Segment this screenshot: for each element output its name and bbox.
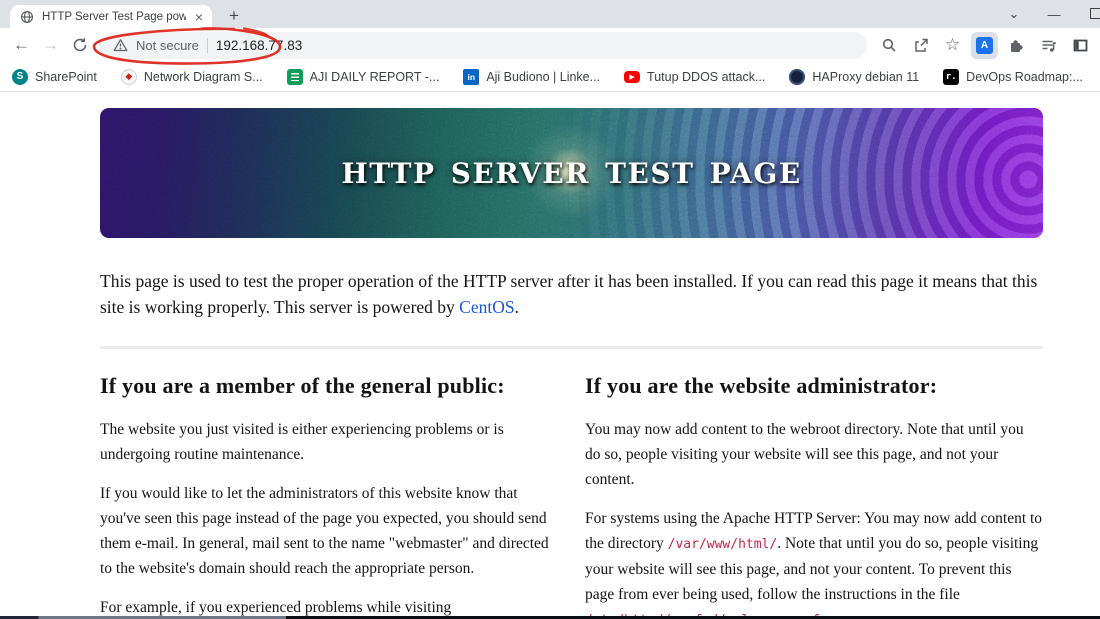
code-snippet: /var/www/html/ (667, 537, 778, 552)
forward-button[interactable]: → (37, 32, 64, 59)
intro-paragraph: This page is used to test the proper ope… (100, 271, 1038, 317)
tab-close-icon[interactable]: × (193, 10, 205, 24)
globe-favicon-icon (19, 9, 35, 25)
extensions-puzzle-icon[interactable] (1003, 32, 1030, 59)
page-title: HTTP SERVER TEST PAGE (341, 156, 802, 190)
paragraph: You may now add content to the webroot d… (585, 421, 1024, 488)
omnibox-divider (206, 37, 208, 53)
tab-strip: HTTP Server Test Page powered × + ⌄ — (0, 0, 1100, 28)
paragraph: If you would like to let the administrat… (100, 485, 549, 577)
reload-button[interactable] (66, 32, 93, 59)
search-icon[interactable] (875, 32, 902, 59)
sharepoint-icon: S (12, 68, 28, 85)
google-sheets-icon (286, 68, 303, 85)
public-column: If you are a member of the general publi… (100, 373, 558, 619)
url-text[interactable]: 192.168.77.83 (216, 38, 302, 53)
bookmarks-bar: S SharePoint ◆ Network Diagram S... AJI … (0, 62, 1100, 92)
media-playlist-icon[interactable] (1035, 32, 1062, 59)
security-label[interactable]: Not secure (136, 38, 199, 53)
translate-extension-icon[interactable]: A (971, 31, 998, 59)
maximize-button[interactable] (1074, 7, 1100, 22)
admin-heading: If you are the website administrator: (585, 373, 938, 398)
network-diagram-icon: ◆ (120, 68, 137, 85)
bookmark-linkedin[interactable]: in Aji Budiono | Linke... (463, 68, 600, 85)
roadmap-icon: r. (943, 68, 960, 85)
bookmark-daily-report[interactable]: AJI DAILY REPORT -... (286, 68, 439, 85)
bookmark-network-diagram[interactable]: ◆ Network Diagram S... (120, 68, 263, 85)
admin-column: If you are the website administrator: Yo… (585, 373, 1043, 619)
linkedin-icon: in (463, 68, 480, 85)
section-divider (100, 346, 1043, 349)
page-content: HTTP SERVER TEST PAGE This page is used … (0, 92, 1100, 619)
bookmark-star-icon[interactable]: ☆ (939, 32, 966, 59)
bookmark-devops-roadmap[interactable]: r. DevOps Roadmap:... (943, 68, 1083, 85)
paragraph: The website you just visited is either e… (100, 421, 504, 463)
haproxy-icon (789, 68, 806, 85)
browser-tab[interactable]: HTTP Server Test Page powered × (10, 5, 212, 28)
centos-link[interactable]: CentOS (459, 297, 514, 317)
new-tab-button[interactable]: + (222, 4, 246, 28)
bookmark-sharepoint[interactable]: S SharePoint (12, 68, 97, 85)
not-secure-warning-icon[interactable] (113, 38, 128, 52)
back-button[interactable]: ← (8, 32, 35, 59)
minimize-button[interactable]: — (1034, 7, 1074, 22)
tab-search-chevron-icon[interactable]: ⌄ (994, 6, 1034, 22)
browser-toolbar: ← → Not secure 192.168.77.83 ☆ A (0, 28, 1100, 62)
share-icon[interactable] (907, 32, 934, 59)
tab-title: HTTP Server Test Page powered (42, 10, 186, 23)
youtube-icon: ▶ (624, 70, 641, 83)
paragraph: For systems using the Apache HTTP Server… (585, 506, 1043, 619)
address-bar[interactable]: Not secure 192.168.77.83 (99, 31, 867, 59)
side-panel-icon[interactable] (1067, 32, 1094, 59)
bookmark-haproxy[interactable]: HAProxy debian 11 (789, 68, 919, 85)
bookmark-youtube-ddos[interactable]: ▶ Tutup DDOS attack... (624, 70, 765, 84)
public-heading: If you are a member of the general publi… (100, 373, 505, 398)
banner-image: HTTP SERVER TEST PAGE (100, 108, 1043, 238)
